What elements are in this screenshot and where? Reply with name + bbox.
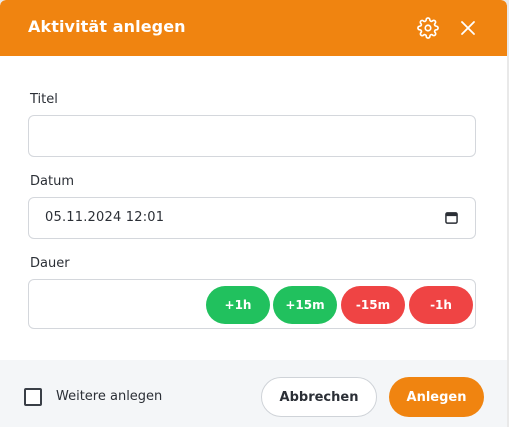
subtract-15m-button[interactable]: -15m <box>341 286 405 324</box>
settings-button[interactable] <box>414 14 442 42</box>
calendar-icon[interactable] <box>445 211 458 224</box>
add-15m-button[interactable]: +15m <box>273 286 337 324</box>
dialog-header: Aktivität anlegen <box>0 0 507 56</box>
title-input[interactable] <box>28 115 476 157</box>
date-label: Datum <box>30 174 74 189</box>
close-icon <box>461 21 475 35</box>
create-activity-dialog: Aktivität anlegen Titel Datum 05.11.2024… <box>0 0 507 427</box>
subtract-1h-button[interactable]: -1h <box>409 286 473 324</box>
gear-icon <box>417 17 439 39</box>
title-label: Titel <box>30 92 58 107</box>
create-more-checkbox[interactable] <box>24 388 42 406</box>
create-more-label: Weitere anlegen <box>56 389 163 404</box>
date-value: 05.11.2024 12:01 <box>45 210 165 225</box>
duration-label: Dauer <box>30 256 70 271</box>
dialog-title: Aktivität anlegen <box>28 17 186 36</box>
create-button[interactable]: Anlegen <box>389 377 484 417</box>
cancel-button[interactable]: Abbrechen <box>261 377 377 417</box>
date-input[interactable]: 05.11.2024 12:01 <box>28 197 476 239</box>
add-1h-button[interactable]: +1h <box>206 286 270 324</box>
close-button[interactable] <box>454 14 482 42</box>
